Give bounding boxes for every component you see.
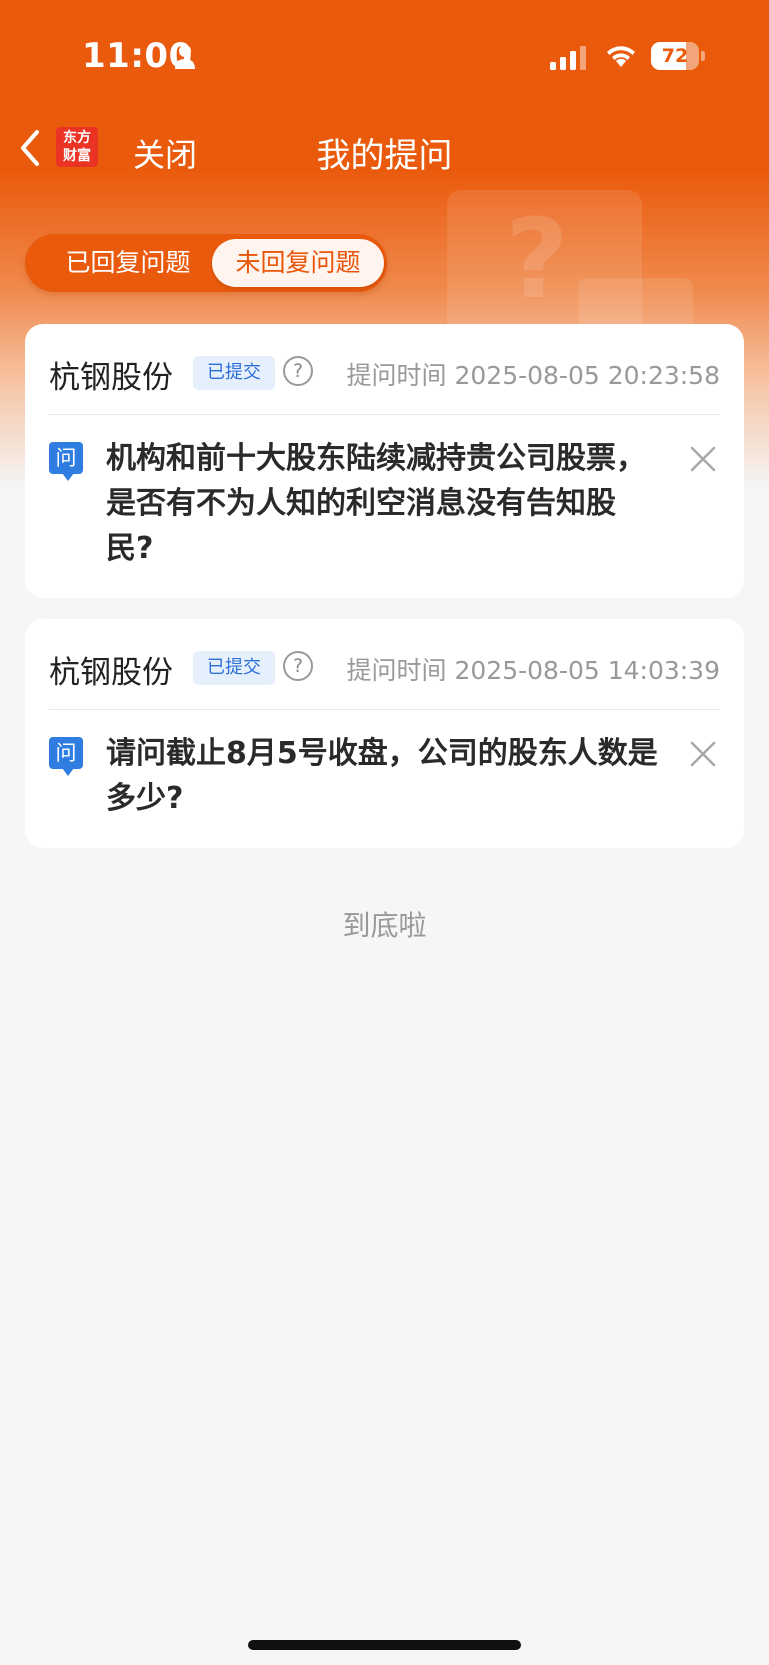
divider [49,709,720,710]
question-text: 机构和前十大股东陆续减持贵公司股票，是否有不为人知的利空消息没有告知股民? [106,441,646,566]
battery-level: 72 [661,45,689,67]
close-x-icon[interactable] [690,446,716,472]
company-name: 杭钢股份 [49,360,173,396]
signal-icon [550,46,586,70]
company-name: 杭钢股份 [49,655,173,691]
question-card[interactable]: 杭钢股份 已提交 ? 提问时间 2025-08-05 14:03:39 问 请问… [25,619,744,848]
tab-unanswered[interactable]: 未回复问题 [212,239,384,287]
tab-answered[interactable]: 已回复问题 [33,234,223,292]
decoration-question-icon: ? [505,195,569,323]
question-text: 请问截止8月5号收盘，公司的股东人数是多少? [106,736,658,816]
ask-time: 提问时间 2025-08-05 14:03:39 [346,656,720,685]
question-tabs: 已回复问题 未回复问题 [25,234,387,292]
battery-tip [701,51,705,61]
person-icon [175,45,195,69]
question-icon: 问 [49,442,83,481]
question-card[interactable]: 杭钢股份 已提交 ? 提问时间 2025-08-05 20:23:58 问 机构… [25,324,744,598]
status-bar: 11:00 72 [0,0,769,100]
page-title: 我的提问 [316,136,453,176]
ask-time: 提问时间 2025-08-05 20:23:58 [346,361,720,390]
wifi-icon [607,46,635,67]
question-icon: 问 [49,737,83,776]
end-of-list-text: 到底啦 [342,909,427,942]
home-indicator[interactable] [248,1640,521,1650]
close-x-icon[interactable] [690,741,716,767]
battery-icon: 72 [651,42,699,70]
help-icon[interactable]: ? [283,356,313,386]
status-badge: 已提交 [193,651,275,685]
divider [49,414,720,415]
status-badge: 已提交 [193,356,275,390]
help-icon[interactable]: ? [283,651,313,681]
nav-bar: 东方 财富 关闭 我的提问 [0,110,769,190]
